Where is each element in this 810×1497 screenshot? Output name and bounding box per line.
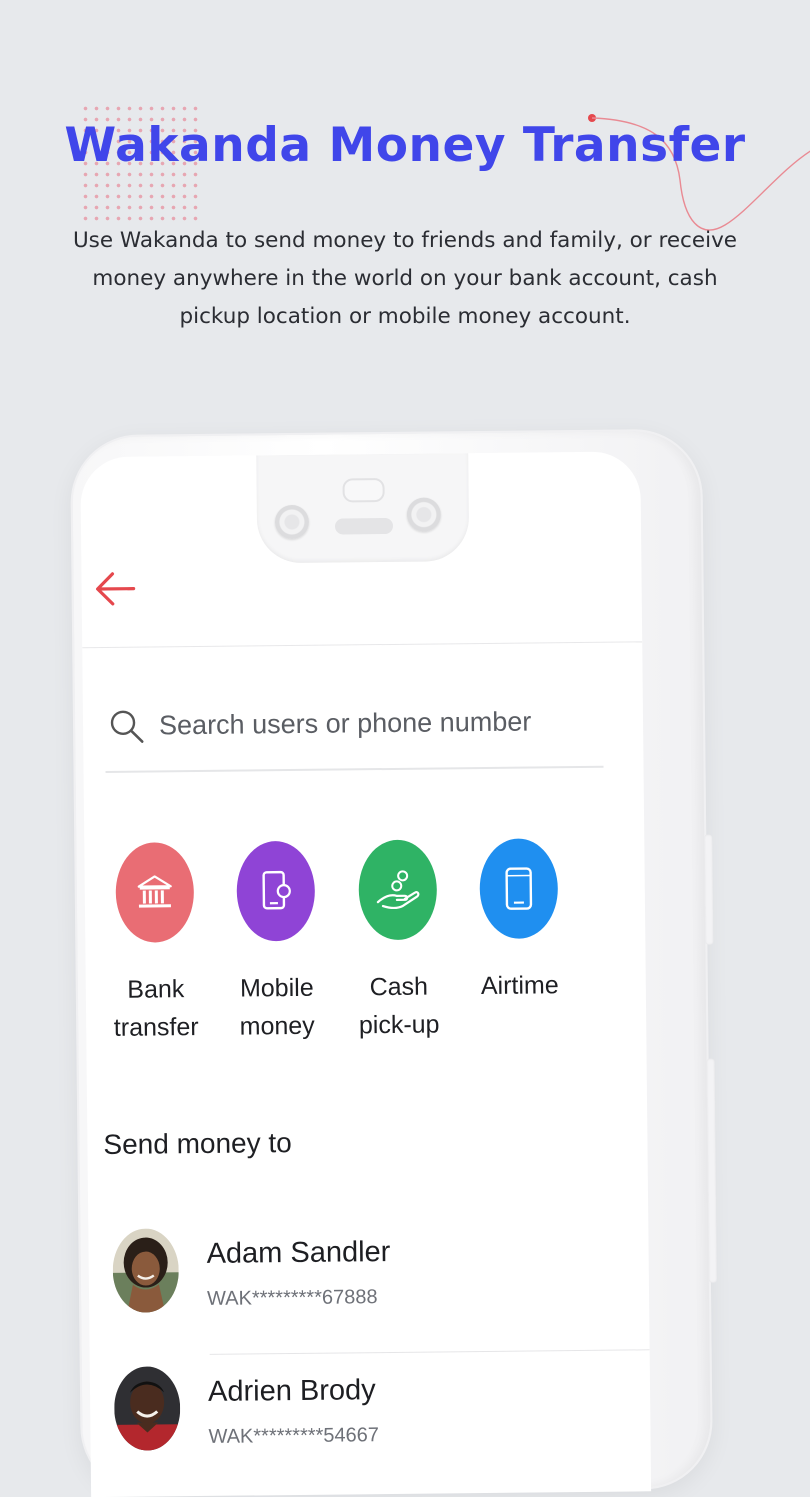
front-camera-left bbox=[275, 505, 309, 539]
search-icon bbox=[109, 709, 145, 745]
avatar-man-image bbox=[114, 1366, 181, 1451]
cash-pickup-label: Cash pick-up bbox=[347, 967, 452, 1044]
mobile-money-label: Mobile money bbox=[225, 969, 330, 1046]
send-money-to-heading: Send money to bbox=[103, 1127, 292, 1161]
cash-hand-icon bbox=[375, 868, 421, 912]
bank-icon bbox=[135, 872, 175, 912]
mobile-money-icon bbox=[256, 869, 296, 913]
avatar-woman-image bbox=[112, 1228, 179, 1313]
phone-side-button-upper bbox=[704, 835, 713, 945]
phone-notch bbox=[256, 453, 469, 563]
proximity-sensor bbox=[342, 478, 384, 502]
avatar bbox=[112, 1228, 179, 1313]
front-camera-right bbox=[407, 497, 441, 531]
transfer-options: Bank transfer Mobile money bbox=[102, 837, 644, 1063]
earpiece-speaker bbox=[335, 518, 393, 535]
header-divider bbox=[82, 641, 642, 648]
search-bar[interactable] bbox=[105, 688, 606, 773]
phone-icon bbox=[504, 865, 534, 911]
contact-name: Adrien Brody bbox=[208, 1374, 376, 1409]
contact-row[interactable]: Adrien Brody WAK*********54667 bbox=[114, 1361, 635, 1476]
phone-screen: Bank transfer Mobile money bbox=[80, 451, 651, 1497]
promo-subtitle: Use Wakanda to send money to friends and… bbox=[55, 222, 755, 336]
contact-account-number: WAK*********54667 bbox=[208, 1424, 379, 1449]
search-input[interactable] bbox=[157, 698, 601, 749]
back-arrow-icon[interactable] bbox=[93, 567, 137, 611]
airtime-label: Airtime bbox=[468, 966, 572, 1005]
bank-transfer-button[interactable]: Bank transfer bbox=[102, 842, 208, 1047]
search-underline bbox=[106, 766, 604, 773]
airtime-circle bbox=[479, 838, 558, 939]
phone-mockup: Bank transfer Mobile money bbox=[70, 429, 713, 1496]
promo-title: Wakanda Money Transfer bbox=[0, 118, 810, 173]
bank-transfer-circle bbox=[115, 842, 194, 943]
avatar bbox=[114, 1366, 181, 1451]
contact-row[interactable]: Adam Sandler WAK*********67888 bbox=[112, 1223, 633, 1338]
cash-pickup-circle bbox=[358, 839, 437, 940]
cash-pickup-button[interactable]: Cash pick-up bbox=[345, 839, 451, 1044]
bank-transfer-label: Bank transfer bbox=[104, 970, 209, 1047]
airtime-button[interactable]: Airtime bbox=[466, 838, 572, 1005]
contact-account-number: WAK*********67888 bbox=[207, 1286, 378, 1311]
phone-side-button-lower bbox=[707, 1059, 717, 1283]
mobile-money-circle bbox=[236, 841, 315, 942]
contact-name: Adam Sandler bbox=[206, 1236, 390, 1271]
contact-divider bbox=[210, 1349, 650, 1355]
mobile-money-button[interactable]: Mobile money bbox=[223, 841, 329, 1046]
